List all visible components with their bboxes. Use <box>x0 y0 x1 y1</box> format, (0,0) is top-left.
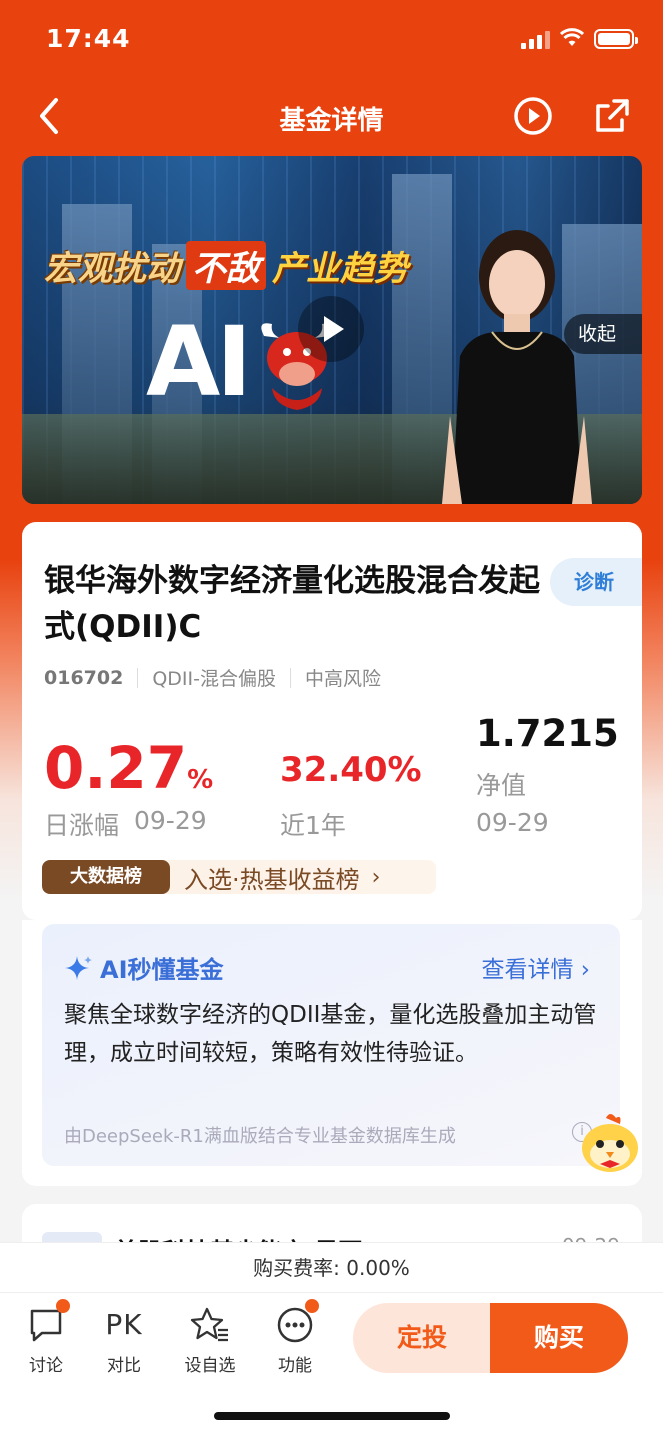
video-headline: 宏观扰动 不敌 产业趋势 <box>44 240 408 290</box>
signal-icon <box>521 31 551 49</box>
watchlist-button[interactable]: 设自选 <box>178 1305 242 1376</box>
view-details-label: 查看详情 <box>481 957 574 983</box>
compare-button[interactable]: PK 对比 <box>92 1305 156 1376</box>
ranking-text: 入选·热基收益榜 <box>184 865 360 894</box>
watchlist-label: 设自选 <box>184 1356 236 1376</box>
functions-button[interactable]: 功能 <box>263 1299 327 1376</box>
ai-logo-text: AI <box>146 306 252 418</box>
functions-label: 功能 <box>278 1356 312 1376</box>
ai-summary-card[interactable]: AI秒懂基金 查看详情 › 聚焦全球数字经济的QDII基金，量化选股叠加主动管理… <box>42 924 620 1166</box>
nav-bar: 基金详情 <box>0 80 663 152</box>
discuss-label: 讨论 <box>29 1356 63 1376</box>
fund-risk: 中高风险 <box>304 668 381 690</box>
nav-value: 1.7215 <box>476 712 619 755</box>
fund-card: 银华海外数字经济量化选股混合发起式(QDII)C 诊断 016702 QDII-… <box>22 522 642 920</box>
daily-change-date: 09-29 <box>134 806 207 835</box>
fund-name: 银华海外数字经济量化选股混合发起式(QDII)C <box>44 563 540 645</box>
headline-part-3: 产业趋势 <box>272 248 408 289</box>
purchase-fee-bar: 购买费率: 0.00% <box>0 1242 663 1292</box>
share-icon[interactable] <box>592 96 632 136</box>
status-bar: 17:44 <box>0 0 663 80</box>
ai-summary-section: AI秒懂基金 查看详情 › 聚焦全球数字经济的QDII基金，量化选股叠加主动管理… <box>22 920 642 1186</box>
daily-change-number: 0.27 <box>44 734 188 802</box>
buy-button[interactable]: 购买 <box>490 1303 628 1373</box>
presenter-image <box>442 230 592 504</box>
daily-change-value: 0.27% <box>44 734 213 802</box>
status-time: 17:44 <box>46 24 131 53</box>
fund-tags: 016702 QDII-混合偏股 中高风险 <box>44 664 381 691</box>
ai-summary-body: 聚焦全球数字经济的QDII基金，量化选股叠加主动管理，成立时间较短，策略有效性待… <box>64 1002 597 1066</box>
video-play-button[interactable] <box>298 296 364 362</box>
view-details-link[interactable]: 查看详情 › <box>481 950 590 984</box>
video-banner[interactable]: 宏观扰动 不敌 产业趋势 AI 收起 <box>22 156 642 504</box>
pk-icon: PK <box>105 1308 143 1341</box>
headline-part-2: 不敌 <box>186 240 266 290</box>
battery-icon <box>594 29 638 49</box>
play-circle-icon[interactable] <box>513 96 553 136</box>
nav-label: 净值 <box>476 771 527 800</box>
fund-type: QDII-混合偏股 <box>152 668 276 690</box>
sparkle-icon <box>65 955 92 980</box>
nav-date: 09-29 <box>476 808 549 837</box>
bottom-toolbar: 讨论 PK 对比 设自选 功能 定投 购买 <box>0 1292 663 1380</box>
diagnose-button[interactable]: 诊断 <box>550 558 642 606</box>
ai-summary-title-text: AI秒懂基金 <box>100 956 224 984</box>
ranking-badge: 大数据榜 <box>42 860 170 894</box>
collapse-button[interactable]: 收起 <box>564 314 642 354</box>
compare-label: 对比 <box>107 1356 141 1376</box>
ai-summary-footnote: 由DeepSeek-R1满血版结合专业基金数据库生成 <box>64 1126 456 1147</box>
home-indicator-area <box>0 1380 663 1436</box>
daily-change-label: 日涨幅 <box>44 811 120 840</box>
chick-mascot-icon[interactable] <box>578 1112 642 1174</box>
discuss-button[interactable]: 讨论 <box>14 1299 78 1376</box>
star-list-icon <box>190 1307 228 1342</box>
ranking-banner[interactable]: 大数据榜 入选·热基收益榜 › <box>42 860 436 894</box>
notification-dot <box>56 1299 70 1313</box>
ai-summary-title: AI秒懂基金 <box>64 950 224 985</box>
page-title: 基金详情 <box>279 106 384 136</box>
fund-code: 016702 <box>44 666 124 689</box>
year-return-value: 32.40% <box>280 750 422 790</box>
headline-part-1: 宏观扰动 <box>44 248 180 289</box>
daily-change-unit: % <box>187 765 214 795</box>
chevron-right-icon: › <box>371 864 381 890</box>
sip-button[interactable]: 定投 <box>353 1303 491 1373</box>
wifi-icon <box>560 28 584 46</box>
home-indicator[interactable] <box>214 1412 450 1420</box>
year-return-label: 近1年 <box>280 811 346 840</box>
notification-dot <box>305 1299 319 1313</box>
